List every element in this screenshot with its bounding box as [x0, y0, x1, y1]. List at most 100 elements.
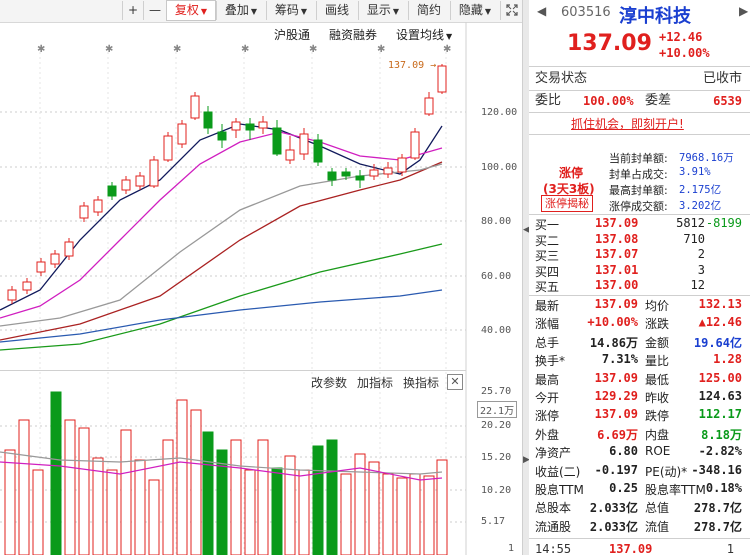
stat-label: 流值: [645, 519, 670, 534]
stat-value: -348.16: [691, 462, 742, 477]
close-icon[interactable]: ✕: [447, 374, 463, 390]
candle: [190, 95, 200, 119]
stat-value: ▲12.46: [698, 315, 742, 330]
xianshi-label: 显示: [366, 3, 391, 17]
shezhi-junxian-dropdown[interactable]: 设置均线 ▼: [396, 26, 452, 42]
huanzhibiao-button[interactable]: 换指标: [403, 374, 439, 391]
volume-bar: [64, 419, 76, 555]
status-value: 已收市: [702, 71, 742, 86]
weibi-label: 委比: [535, 93, 562, 108]
stat-label: 换手*: [535, 354, 566, 369]
diejia-dropdown[interactable]: 叠加 ▼: [216, 1, 265, 20]
jianyue-button[interactable]: 简约: [408, 1, 449, 20]
stat-label: 均价: [645, 299, 670, 313]
divider: [529, 134, 750, 135]
stat-value: 6.69万: [597, 427, 638, 442]
chevron-down-icon: ▼: [300, 7, 308, 16]
open-account-link[interactable]: 抓住机会，即刻开户!: [571, 115, 684, 132]
next-stock-icon[interactable]: ▶: [739, 4, 748, 18]
yincang-dropdown[interactable]: 隐藏 ▼: [450, 1, 499, 20]
rongzi-link[interactable]: 融资融券: [329, 26, 377, 42]
orderbook-label: 买三: [535, 249, 560, 263]
zoom-in-button[interactable]: +: [122, 1, 143, 20]
stat-label: 总值: [645, 501, 670, 516]
stat-label: 流通股: [535, 519, 572, 534]
orderbook-volume: 12: [690, 278, 705, 292]
candle: [410, 131, 420, 159]
volume-bar: [244, 469, 256, 555]
price-tick-label: 40.00: [481, 325, 512, 336]
tick-price: 137.09: [609, 542, 653, 556]
limit-row-value: 3.202亿: [679, 200, 722, 212]
stat-value: 2.033亿: [589, 519, 638, 534]
volume-bar: [120, 429, 132, 555]
volume-bar: [202, 431, 214, 555]
stat-label: 量比: [645, 354, 670, 369]
last-price-label: 137.09: [388, 60, 425, 71]
stat-value: 278.7亿: [693, 519, 742, 534]
volume-tick-label: 1: [508, 543, 515, 554]
candle: [437, 65, 447, 93]
stat-label: 跌停: [645, 409, 670, 424]
volume-bar: [148, 479, 160, 555]
stat-value: 125.00: [698, 370, 742, 385]
candle: [163, 135, 173, 161]
stat-value: 278.7亿: [693, 501, 742, 516]
orderbook-price: 137.01: [595, 262, 639, 277]
kline-chart[interactable]: ✱ ✱ ✱ ✱ ✱ ✱ ✱: [0, 22, 522, 555]
event-marker-icon: ✱: [309, 44, 317, 55]
zoom-out-button[interactable]: —: [143, 1, 166, 20]
chart-toolbar: + — 复权 ▼ 叠加 ▼ 筹码 ▼ 画线 显示 ▼ 简约 隐藏 ▼: [0, 0, 522, 23]
volume-tick-label: 22.1万: [477, 401, 518, 418]
candle: [36, 261, 46, 273]
stat-value: -2.82%: [698, 444, 742, 459]
orderbook-change: -8199: [705, 216, 742, 230]
limit-row-label: 涨停成交额:: [609, 200, 668, 213]
stat-label: 总手: [535, 335, 560, 350]
stat-value: +10.00%: [587, 315, 638, 330]
prev-stock-icon[interactable]: ◀: [537, 4, 546, 18]
divider: [529, 112, 750, 113]
hugutong-link[interactable]: 沪股通: [274, 26, 310, 42]
volume-tick-label: 15.20: [481, 452, 512, 463]
gaicanshu-button[interactable]: 改参数: [311, 374, 347, 391]
stat-label: 涨幅: [535, 317, 560, 332]
limit-row-label: 封单占成交:: [609, 168, 668, 181]
orderbook-label: 买四: [535, 264, 560, 279]
price-tick-label: 60.00: [481, 271, 512, 282]
stat-value: 1.28: [713, 352, 742, 367]
candle: [121, 179, 131, 191]
choumai-label: 筹码: [274, 3, 299, 17]
volume-tick-label: 25.70: [481, 386, 512, 397]
jiazhibiao-button[interactable]: 加指标: [357, 374, 393, 391]
candle: [149, 159, 159, 187]
fuquan-label: 复权: [174, 3, 199, 17]
candle: [203, 111, 213, 129]
huaxian-button[interactable]: 画线: [316, 1, 357, 20]
volume-bar: [78, 427, 90, 555]
candle: [79, 205, 89, 219]
fuquan-dropdown[interactable]: 复权 ▼: [166, 0, 216, 21]
limit-reveal-button[interactable]: 涨停揭秘: [541, 195, 593, 212]
quote-panel: ◀ 603516 淳中科技 ▶ 137.09 +12.46 +10.00% 交易…: [529, 0, 750, 556]
xianshi-dropdown[interactable]: 显示 ▼: [358, 1, 407, 20]
chevron-down-icon: ▼: [200, 7, 208, 16]
choumai-dropdown[interactable]: 筹码 ▼: [266, 1, 315, 20]
stat-value: 132.13: [698, 297, 742, 311]
orderbook-label: 买一: [535, 218, 560, 232]
volume-bar: [190, 409, 202, 555]
chevron-down-icon: ▼: [484, 7, 492, 16]
event-marker-icon: ✱: [377, 44, 385, 55]
candle: [217, 131, 227, 141]
limit-row-value: 3.91%: [679, 166, 711, 178]
volume-bar: [134, 459, 146, 555]
stock-name: 淳中科技: [619, 6, 691, 27]
volume-tick-label: 20.20: [481, 420, 512, 431]
orderbook-volume: 3: [697, 262, 705, 277]
stat-value: 7.31%: [601, 352, 638, 367]
stat-label: 股息TTM: [535, 483, 584, 497]
volume-bar: [436, 459, 448, 555]
event-marker-icon: ✱: [173, 44, 181, 55]
stat-value: 8.18万: [701, 427, 742, 442]
expand-icon[interactable]: [500, 1, 522, 20]
